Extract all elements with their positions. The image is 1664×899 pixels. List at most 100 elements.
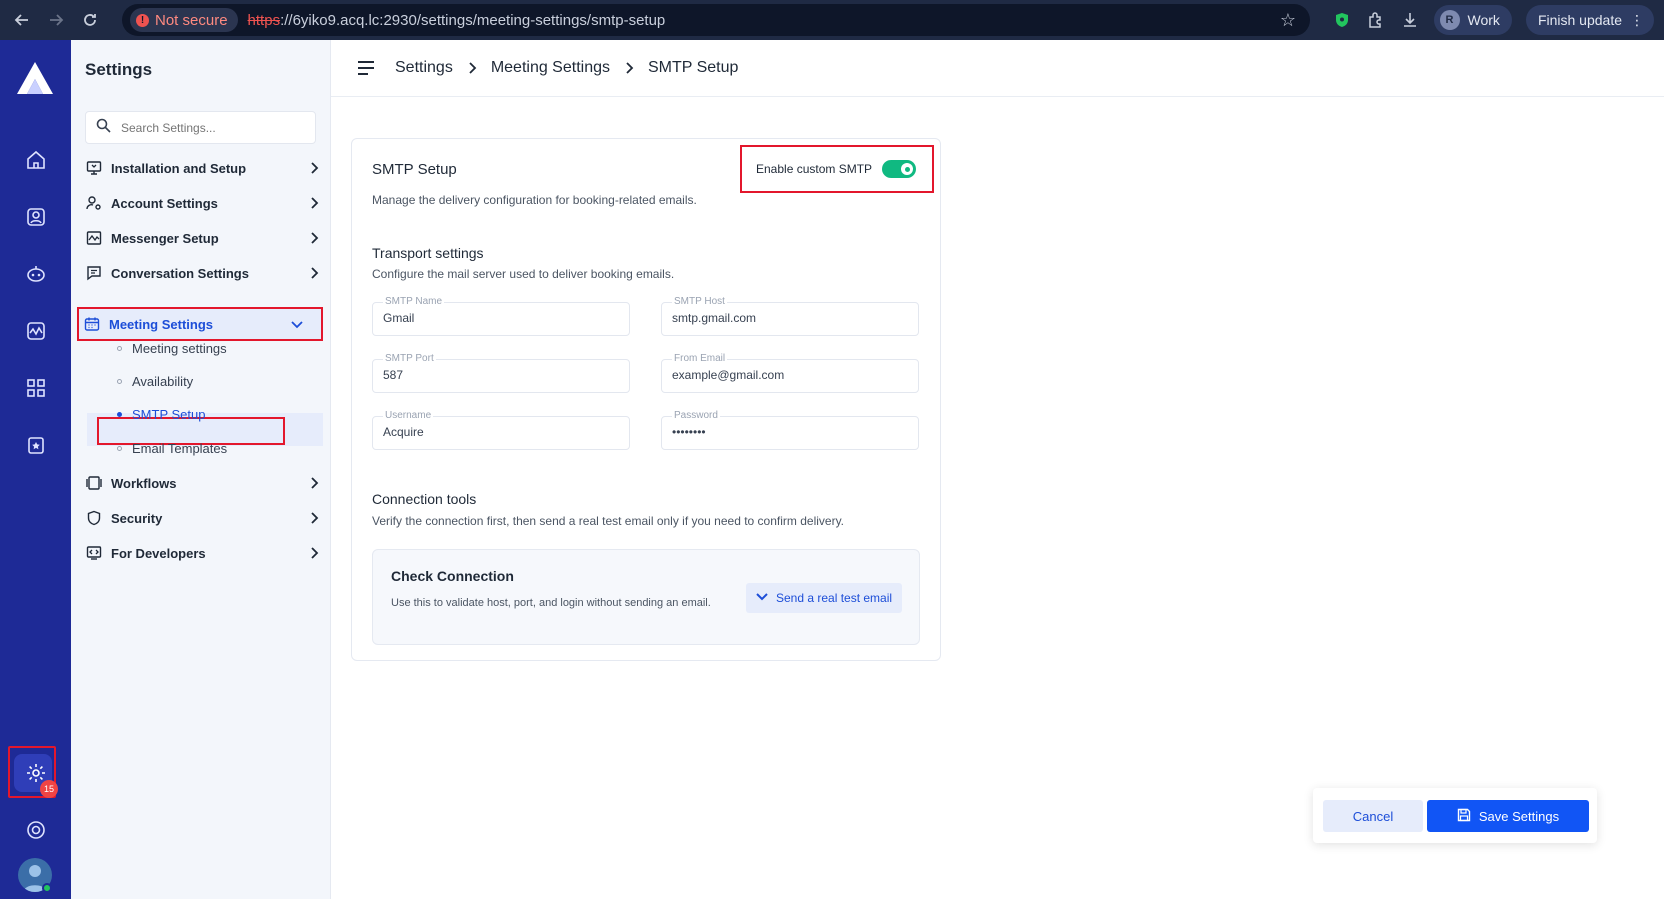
floppy-disk-icon	[1457, 808, 1471, 825]
smtp-host-field[interactable]: SMTP Host	[661, 296, 919, 336]
smtp-name-field[interactable]: SMTP Name	[372, 296, 630, 336]
calendar-icon	[83, 315, 101, 333]
download-icon[interactable]	[1400, 10, 1420, 30]
password-field[interactable]: Password	[661, 410, 919, 450]
apps-grid-icon[interactable]	[16, 368, 56, 408]
smtp-setup-card: SMTP Setup Manage the delivery configura…	[351, 138, 941, 661]
sub-item-label: Availability	[132, 374, 194, 389]
chevron-right-icon	[309, 197, 319, 209]
back-arrow-icon[interactable]	[10, 8, 34, 32]
breadcrumb-meeting-settings[interactable]: Meeting Settings	[491, 59, 610, 77]
check-connection-description: Use this to validate host, port, and log…	[391, 597, 711, 609]
sidebar-item-label: Installation and Setup	[111, 160, 247, 176]
sidebar-item-label: Account Settings	[111, 195, 218, 211]
sidebar-item-account[interactable]: Account Settings	[85, 189, 319, 217]
sub-item-label: Email Templates	[132, 441, 228, 456]
username-field[interactable]: Username	[372, 410, 630, 450]
bullet-dot	[117, 412, 122, 417]
workflow-icon	[85, 474, 103, 492]
url-text: https://6yiko9.acq.lc:2930/settings/meet…	[247, 11, 666, 29]
check-connection-panel: Check Connection Use this to validate ho…	[372, 549, 920, 645]
profile-button[interactable]: R Work	[1433, 5, 1512, 35]
smtp-name-input[interactable]	[383, 311, 613, 325]
bot-icon[interactable]	[16, 254, 56, 294]
password-input[interactable]	[672, 425, 902, 439]
extensions-puzzle-icon[interactable]	[1366, 10, 1386, 30]
transport-title: Transport settings	[372, 245, 484, 261]
app-logo-icon[interactable]	[15, 60, 55, 96]
field-label: SMTP Name	[383, 296, 445, 307]
sidebar-item-label: Conversation Settings	[111, 265, 249, 281]
security-label: Not secure	[155, 11, 228, 29]
form-action-bar: Cancel Save Settings	[1313, 788, 1597, 843]
from-email-input[interactable]	[672, 368, 902, 382]
reports-icon[interactable]	[16, 425, 56, 465]
finish-update-button[interactable]: Finish update ⋮	[1525, 5, 1654, 35]
bookmark-star-icon[interactable]: ☆	[1280, 10, 1296, 31]
sidebar-item-conversation[interactable]: Conversation Settings	[85, 259, 319, 287]
sidebar-item-workflows[interactable]: Workflows	[85, 469, 319, 497]
toggle-knob	[901, 163, 914, 175]
chevron-right-icon	[309, 547, 319, 559]
pulse-chart-icon	[85, 229, 103, 247]
field-label: Password	[672, 410, 720, 421]
sidebar-item-label: Security	[111, 510, 163, 526]
smtp-host-input[interactable]	[672, 311, 902, 325]
forward-arrow-icon[interactable]	[44, 8, 68, 32]
profile-label: Work	[1467, 12, 1500, 28]
settings-search[interactable]	[85, 111, 316, 144]
finish-update-label: Finish update	[1537, 12, 1622, 28]
online-status-dot	[42, 883, 52, 893]
card-title: SMTP Setup	[372, 161, 457, 178]
sub-item-availability[interactable]: Availability	[117, 374, 193, 389]
breadcrumb-smtp-setup: SMTP Setup	[648, 59, 739, 76]
reload-icon[interactable]	[78, 8, 102, 32]
contacts-icon[interactable]	[16, 197, 56, 237]
notification-badge: 15	[40, 780, 58, 798]
security-indicator[interactable]: ! Not secure	[130, 8, 238, 32]
sidebar-item-developers[interactable]: For Developers	[85, 539, 319, 567]
enable-smtp-toggle[interactable]	[882, 160, 917, 178]
chevron-right-icon	[624, 62, 634, 74]
sidebar-item-label: For Developers	[111, 545, 206, 561]
app-rail: 15	[0, 40, 71, 899]
sidebar-item-security[interactable]: Security	[85, 504, 319, 532]
warning-icon: !	[136, 13, 149, 27]
sidebar-item-messenger[interactable]: Messenger Setup	[85, 224, 319, 252]
send-test-email-button[interactable]: Send a real test email	[746, 583, 903, 613]
tools-title: Connection tools	[372, 491, 477, 507]
toggle-label: Enable custom SMTP	[756, 162, 873, 176]
monitor-icon	[85, 159, 103, 177]
smtp-port-input[interactable]	[383, 368, 613, 382]
sidebar-item-installation[interactable]: Installation and Setup	[85, 154, 319, 182]
username-input[interactable]	[383, 425, 613, 439]
code-window-icon	[85, 544, 103, 562]
sub-item-email-templates[interactable]: Email Templates	[117, 441, 227, 456]
sidebar-title: Settings	[85, 60, 153, 79]
hamburger-menu-icon[interactable]	[355, 57, 377, 79]
settings-search-input[interactable]	[121, 120, 301, 135]
save-settings-button[interactable]: Save Settings	[1427, 800, 1589, 832]
home-icon[interactable]	[16, 140, 56, 180]
cancel-button[interactable]: Cancel	[1323, 800, 1423, 832]
chevron-down-icon	[291, 319, 303, 329]
profile-avatar: R	[1439, 10, 1460, 30]
support-lifebuoy-icon[interactable]	[16, 810, 56, 850]
sidebar-item-meeting-settings[interactable]: Meeting Settings	[83, 310, 303, 338]
smtp-port-field[interactable]: SMTP Port	[372, 353, 630, 393]
shield-extension-icon[interactable]	[1332, 10, 1352, 30]
analytics-icon[interactable]	[16, 311, 56, 351]
enable-smtp-highlight-box: Enable custom SMTP	[740, 145, 934, 193]
sub-item-meeting-settings[interactable]: Meeting settings	[117, 341, 227, 356]
from-email-field[interactable]: From Email	[661, 353, 919, 393]
breadcrumb-settings[interactable]: Settings	[395, 59, 453, 77]
address-bar[interactable]: ! Not secure https://6yiko9.acq.lc:2930/…	[122, 4, 1310, 36]
search-icon	[96, 118, 111, 138]
transport-description: Configure the mail server used to delive…	[372, 267, 675, 281]
send-test-email-label: Send a real test email	[776, 591, 893, 605]
browser-toolbar: ! Not secure https://6yiko9.acq.lc:2930/…	[0, 0, 1664, 40]
sub-item-smtp-setup[interactable]: SMTP Setup	[117, 407, 205, 422]
bullet-dot	[117, 379, 122, 384]
user-gear-icon	[85, 194, 103, 212]
chevron-right-icon	[467, 62, 477, 74]
